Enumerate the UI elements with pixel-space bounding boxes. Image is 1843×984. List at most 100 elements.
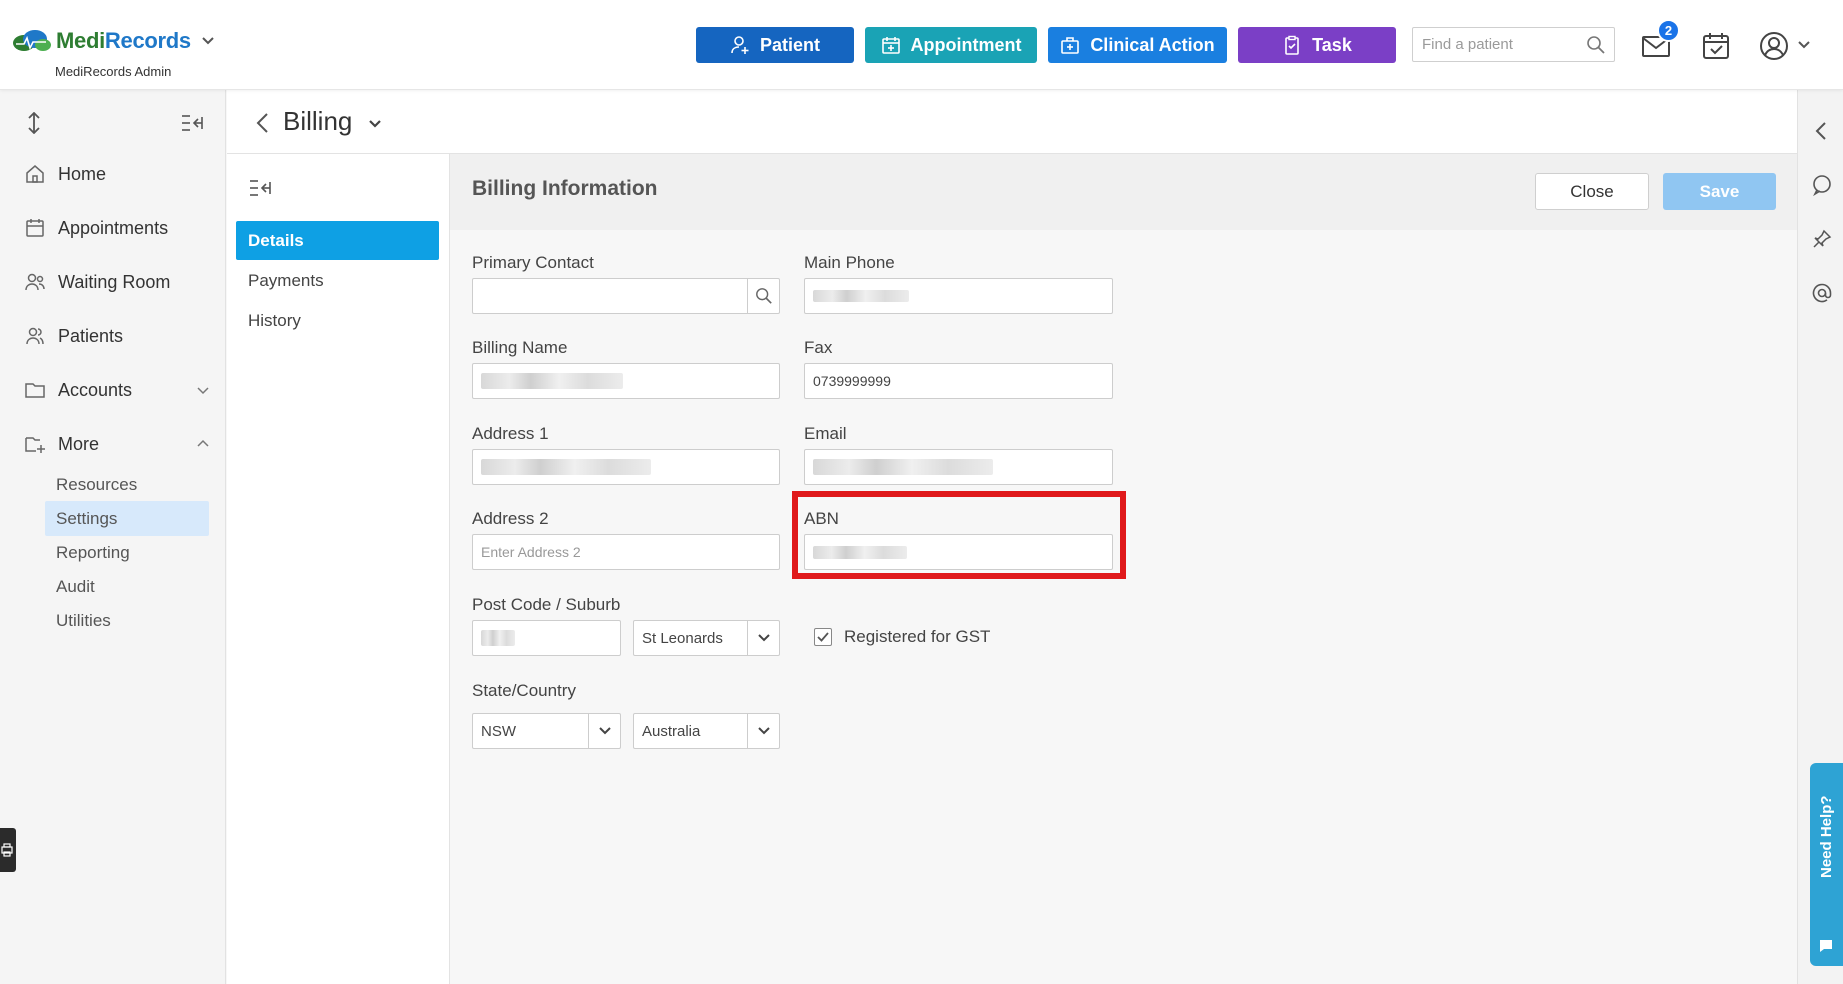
sidebar-subitem-utilities[interactable]: Utilities — [45, 603, 209, 638]
checkmark-icon — [817, 632, 829, 642]
chat-icon[interactable] — [1811, 174, 1833, 196]
chevron-down-icon — [598, 727, 611, 735]
postcode-field[interactable] — [472, 620, 621, 656]
address1-field[interactable] — [472, 449, 780, 485]
patient-search-input[interactable] — [1413, 28, 1578, 61]
save-button[interactable]: Save — [1663, 173, 1776, 210]
email-label: Email — [804, 424, 847, 443]
sidebar-subitem-settings[interactable]: Settings — [45, 501, 209, 536]
patient-search — [1412, 27, 1615, 62]
state-country-label: State/Country — [472, 681, 576, 700]
sidebar-item-home[interactable]: Home — [24, 156, 210, 192]
tab-payments[interactable]: Payments — [236, 261, 439, 300]
users-icon — [26, 327, 44, 345]
address2-input[interactable] — [481, 544, 779, 560]
redacted-value — [481, 373, 623, 389]
new-task-button[interactable]: Task — [1238, 27, 1396, 63]
user-account-icon[interactable] — [1758, 30, 1790, 62]
top-header: MediRecords MediRecords Admin Patient Ap… — [0, 0, 1843, 90]
chevron-down-icon[interactable] — [1797, 38, 1811, 52]
postcode-suburb-label: Post Code / Suburb — [472, 595, 621, 614]
state-value: NSW — [481, 722, 516, 740]
abn-field[interactable] — [804, 534, 1113, 570]
back-arrow-icon[interactable] — [255, 112, 269, 134]
sidebar-item-patients[interactable]: Patients — [24, 318, 210, 354]
print-icon — [1, 843, 13, 857]
floating-widget-tab[interactable] — [0, 828, 16, 872]
chevron-left-icon[interactable] — [1811, 120, 1833, 142]
chat-bubble-icon — [1820, 940, 1832, 952]
billing-name-field[interactable] — [472, 363, 780, 399]
folder-icon — [25, 383, 45, 398]
new-appointment-label: Appointment — [910, 34, 1022, 55]
fax-label: Fax — [804, 338, 833, 357]
sidebar-item-label: Accounts — [58, 379, 133, 400]
sidebar-item-label: Appointments — [58, 217, 169, 238]
sidebar-item-accounts[interactable]: Accounts — [24, 372, 210, 408]
at-mention-icon[interactable] — [1811, 282, 1833, 304]
address2-field[interactable] — [472, 534, 780, 570]
primary-contact-field[interactable] — [472, 278, 780, 314]
home-icon — [26, 165, 44, 183]
new-patient-button[interactable]: Patient — [696, 27, 854, 63]
main-phone-field[interactable] — [804, 278, 1113, 314]
new-appointment-button[interactable]: Appointment — [865, 27, 1037, 63]
medical-bag-icon — [1061, 37, 1080, 54]
primary-contact-label: Primary Contact — [472, 253, 594, 272]
collapse-panel-icon[interactable] — [249, 178, 271, 198]
sidebar-item-waiting-room[interactable]: Waiting Room — [24, 264, 210, 300]
pin-icon[interactable] — [1811, 228, 1833, 250]
sidebar-item-label: More — [58, 433, 100, 454]
redacted-value — [481, 459, 651, 475]
country-dropdown-button[interactable] — [747, 714, 779, 748]
email-field[interactable] — [804, 449, 1113, 485]
search-icon[interactable] — [1586, 35, 1606, 55]
sidebar-item-appointments[interactable]: Appointments — [24, 210, 210, 246]
address1-label: Address 1 — [472, 424, 549, 443]
sidebar-item-label: Patients — [58, 325, 124, 346]
search-icon — [755, 288, 772, 304]
collapse-sidebar-icon[interactable] — [181, 114, 203, 132]
need-help-button[interactable]: Need Help? — [1810, 763, 1843, 966]
brand-name: MediRecords — [56, 28, 191, 53]
people-icon — [25, 273, 45, 291]
gst-checkbox[interactable] — [814, 628, 832, 646]
fax-field[interactable]: 0739999999 — [804, 363, 1113, 399]
expand-vertical-icon[interactable] — [26, 112, 42, 134]
primary-contact-input[interactable] — [481, 288, 779, 304]
new-patient-label: Patient — [759, 34, 820, 55]
brand-subtitle: MediRecords Admin — [55, 64, 172, 79]
brand-logo[interactable]: MediRecords — [10, 28, 215, 54]
suburb-dropdown-button[interactable] — [747, 621, 779, 655]
clinical-action-label: Clinical Action — [1090, 34, 1215, 55]
unread-badge: 2 — [1657, 19, 1680, 42]
suburb-select[interactable]: St Leonards — [633, 620, 780, 656]
user-plus-icon — [731, 36, 749, 54]
clipboard-check-icon — [1285, 35, 1299, 55]
sidebar-subitem-resources[interactable]: Resources — [45, 467, 209, 502]
sidebar-item-more[interactable]: More — [24, 426, 210, 462]
redacted-value — [813, 290, 909, 302]
sidebar-subitem-audit[interactable]: Audit — [45, 569, 209, 604]
gst-checkbox-row[interactable]: Registered for GST — [814, 627, 990, 647]
close-button[interactable]: Close — [1535, 173, 1649, 210]
tab-history[interactable]: History — [236, 301, 439, 340]
tab-details[interactable]: Details — [236, 221, 439, 260]
chevron-down-icon[interactable] — [201, 34, 215, 48]
country-value: Australia — [642, 722, 701, 740]
chevron-down-icon[interactable] — [367, 116, 383, 132]
chevron-down-icon — [197, 387, 209, 395]
state-select[interactable]: NSW — [472, 713, 621, 749]
contact-lookup-button[interactable] — [747, 279, 779, 313]
sidebar-subitem-reporting[interactable]: Reporting — [45, 535, 209, 570]
chevron-up-icon — [197, 439, 209, 447]
page-title: Billing — [283, 106, 353, 136]
clinical-action-button[interactable]: Clinical Action — [1048, 27, 1227, 63]
chevron-down-icon — [757, 634, 770, 642]
state-dropdown-button[interactable] — [588, 714, 620, 748]
chevron-down-icon — [757, 727, 770, 735]
main-sidebar: Home Appointments Waiting Room Patients … — [0, 90, 226, 984]
calendar-check-icon[interactable] — [1700, 30, 1732, 62]
country-select[interactable]: Australia — [633, 713, 780, 749]
gst-label: Registered for GST — [844, 627, 991, 646]
